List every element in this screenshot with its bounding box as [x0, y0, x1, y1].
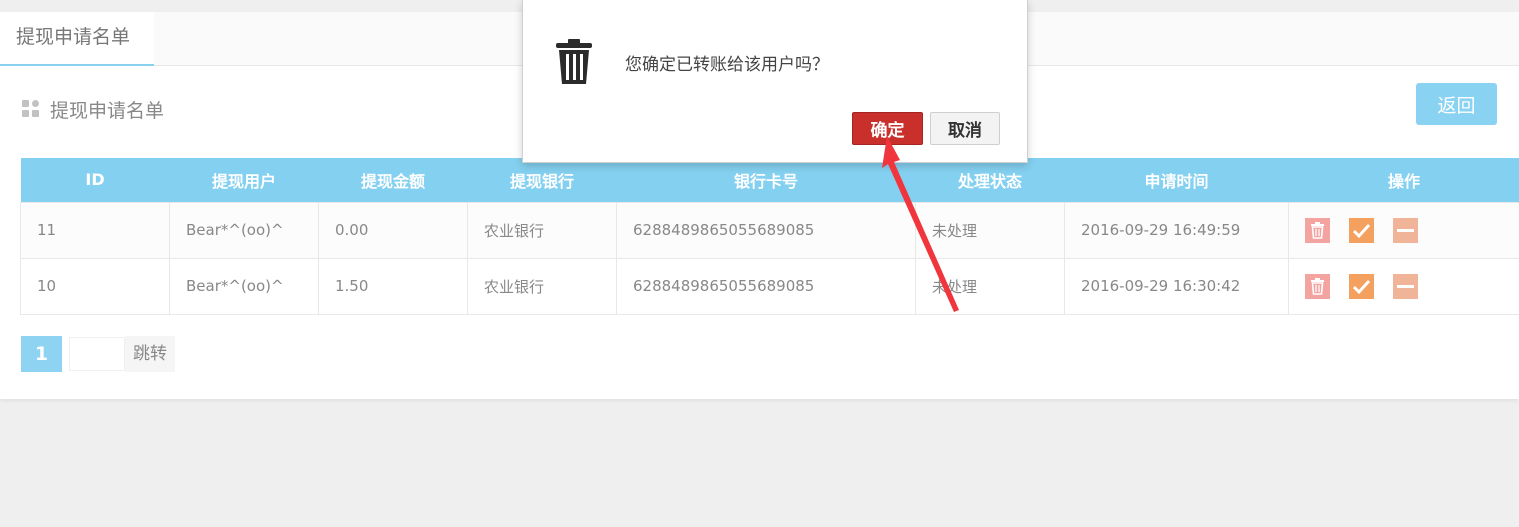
header-actions: 操作 — [1288, 158, 1519, 202]
cell-status: 未处理 — [915, 257, 1065, 315]
cell-user: Bear*^(oo)^ — [169, 257, 319, 315]
header-user: 提现用户 — [169, 158, 319, 202]
cell-status: 未处理 — [915, 201, 1065, 259]
cell-actions — [1288, 257, 1519, 315]
dialog-message: 您确定已转账给该用户吗？ — [625, 55, 829, 75]
header-bank: 提现银行 — [467, 158, 617, 202]
cell-amount: 0.00 — [318, 201, 468, 259]
header-id: ID — [20, 158, 170, 202]
cell-card: 6288489865055689085 — [616, 201, 916, 259]
cell-bank: 农业银行 — [467, 257, 617, 315]
table-row: 10 Bear*^(oo)^ 1.50 农业银行 628848986505568… — [20, 257, 1519, 315]
cell-id: 11 — [20, 201, 170, 259]
cell-user: Bear*^(oo)^ — [169, 201, 319, 259]
cancel-button[interactable]: 取消 — [930, 112, 1000, 145]
section-header: 提现申请名单 — [22, 96, 164, 122]
confirm-dialog: 您确定已转账给该用户吗？ 确定 取消 — [522, 0, 1028, 163]
trash-icon[interactable] — [1305, 273, 1330, 299]
check-icon[interactable] — [1348, 217, 1374, 243]
check-icon[interactable] — [1348, 273, 1374, 299]
page-jump-input[interactable] — [69, 337, 125, 371]
confirm-button[interactable]: 确定 — [852, 112, 923, 145]
grid-icon — [22, 100, 40, 118]
cell-bank: 农业银行 — [467, 201, 617, 259]
header-time: 申请时间 — [1064, 158, 1289, 202]
minus-icon[interactable] — [1392, 273, 1418, 299]
table-header-row: ID 提现用户 提现金额 提现银行 银行卡号 处理状态 申请时间 操作 — [20, 158, 1519, 202]
cell-actions — [1288, 201, 1519, 259]
page-1-button[interactable]: 1 — [21, 336, 62, 372]
cell-id: 10 — [20, 257, 170, 315]
trash-icon — [555, 38, 595, 90]
page-jump-button[interactable]: 跳转 — [125, 336, 175, 372]
header-status: 处理状态 — [915, 158, 1065, 202]
cell-card: 6288489865055689085 — [616, 257, 916, 315]
trash-icon[interactable] — [1305, 217, 1330, 243]
minus-icon[interactable] — [1392, 217, 1418, 243]
back-button[interactable]: 返回 — [1416, 83, 1497, 125]
pagination: 1 跳转 — [21, 336, 175, 372]
section-title: 提现申请名单 — [50, 99, 165, 122]
withdraw-table: ID 提现用户 提现金额 提现银行 银行卡号 处理状态 申请时间 操作 11 B… — [20, 158, 1519, 315]
cell-time: 2016-09-29 16:30:42 — [1064, 257, 1289, 315]
cell-time: 2016-09-29 16:49:59 — [1064, 201, 1289, 259]
header-card: 银行卡号 — [616, 158, 916, 202]
header-amount: 提现金额 — [318, 158, 468, 202]
table-row: 11 Bear*^(oo)^ 0.00 农业银行 628848986505568… — [20, 201, 1519, 259]
tab-withdraw-list[interactable]: 提现申请名单 — [0, 12, 154, 66]
cell-amount: 1.50 — [318, 257, 468, 315]
